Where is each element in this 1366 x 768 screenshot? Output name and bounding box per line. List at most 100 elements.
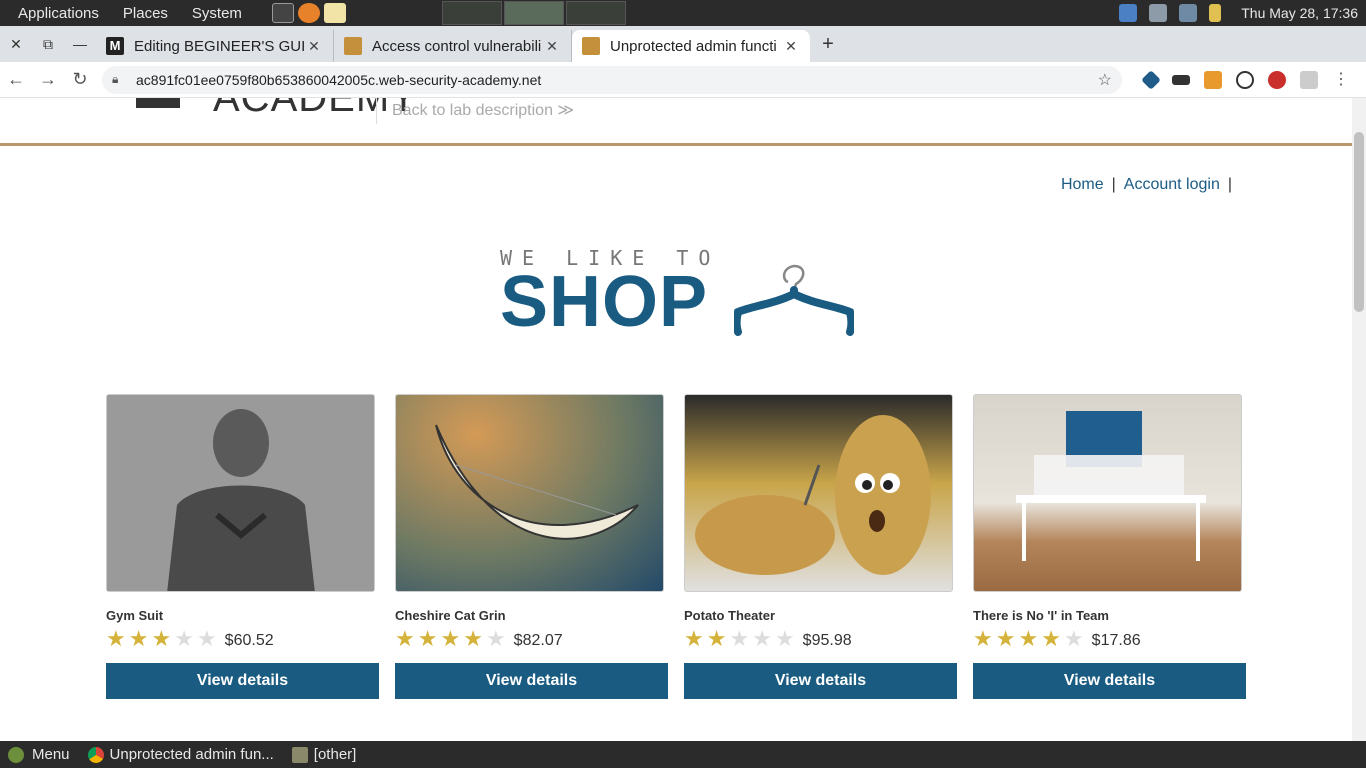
hanger-icon bbox=[734, 264, 854, 336]
star-icon: ★ bbox=[1018, 626, 1039, 651]
new-tab-button[interactable]: + bbox=[810, 33, 846, 56]
view-details-button[interactable]: View details bbox=[395, 663, 668, 699]
taskbar-window-chrome[interactable]: Unprotected admin fun... bbox=[87, 746, 274, 763]
network-icon[interactable] bbox=[1179, 4, 1198, 22]
workspace-1[interactable] bbox=[441, 1, 502, 25]
shop-logo: WE LIKE TO SHOP bbox=[500, 246, 854, 342]
extension-icon[interactable] bbox=[1236, 70, 1254, 89]
back-arrow-icon[interactable]: ← bbox=[0, 69, 32, 90]
page-content: ACADEMY Back to lab description ≫ Home | A… bbox=[0, 98, 1352, 741]
scrollbar-thumb[interactable] bbox=[1354, 132, 1364, 312]
workspace-3[interactable] bbox=[565, 1, 626, 25]
cat-grin-icon bbox=[435, 424, 639, 540]
lock-icon[interactable]: 🔒︎ bbox=[112, 72, 126, 87]
folder-icon bbox=[291, 746, 308, 763]
tab-unprotected-admin[interactable]: Unprotected admin functi ✕ bbox=[572, 30, 810, 62]
star-icon: ★ bbox=[106, 626, 126, 651]
task-label: Unprotected admin fun... bbox=[109, 746, 274, 763]
academy-favicon-icon bbox=[582, 37, 600, 55]
account-login-link[interactable]: Account login bbox=[1124, 176, 1220, 193]
view-details-button[interactable]: View details bbox=[106, 663, 379, 699]
star-icon: ★ bbox=[417, 626, 438, 651]
applications-menu[interactable]: Applications bbox=[12, 5, 105, 22]
restore-window-icon[interactable]: ⧉ bbox=[32, 26, 64, 62]
star-icon: ★ bbox=[973, 626, 993, 651]
taskbar-window-other[interactable]: [other] bbox=[291, 746, 357, 763]
home-link[interactable]: Home bbox=[1061, 176, 1104, 193]
product-rating: ★ ★ ★ ★ ★ $82.07 bbox=[395, 627, 668, 651]
view-details-button[interactable]: View details bbox=[973, 663, 1246, 699]
start-menu-label: Menu bbox=[32, 746, 70, 763]
url-text[interactable]: ac891fc01ee0759f80b653860042005c.web-sec… bbox=[136, 72, 1098, 88]
star-empty-icon: ★ bbox=[752, 626, 772, 651]
start-menu-button[interactable]: Menu bbox=[8, 746, 70, 763]
firefox-icon[interactable] bbox=[297, 3, 320, 23]
battery-icon[interactable] bbox=[1209, 4, 1222, 22]
product-card: Cheshire Cat Grin ★ ★ ★ ★ ★ $82.07 View deta… bbox=[395, 394, 668, 699]
academy-logo-icon bbox=[136, 98, 180, 108]
tab-title: Access control vulnerabili bbox=[372, 37, 542, 55]
gym-figure-icon bbox=[107, 395, 374, 591]
forward-arrow-icon[interactable]: → bbox=[32, 69, 64, 90]
reload-icon[interactable]: ↻ bbox=[64, 69, 96, 90]
bookmark-star-icon[interactable]: ☆ bbox=[1098, 70, 1112, 90]
view-details-button[interactable]: View details bbox=[684, 663, 957, 699]
metamask-icon[interactable] bbox=[1204, 70, 1222, 89]
clock[interactable]: Thu May 28, 17:36 bbox=[1241, 5, 1358, 21]
star-empty-icon: ★ bbox=[1063, 626, 1084, 651]
academy-favicon-icon bbox=[344, 37, 362, 55]
address-bar[interactable]: 🔒︎ ac891fc01ee0759f80b653860042005c.web-… bbox=[102, 65, 1122, 94]
system-menu[interactable]: System bbox=[186, 5, 248, 22]
product-price: $82.07 bbox=[513, 632, 563, 649]
product-name: Cheshire Cat Grin bbox=[395, 608, 506, 623]
places-menu[interactable]: Places bbox=[117, 5, 174, 22]
minimize-window-icon[interactable]: — bbox=[64, 26, 96, 62]
star-empty-icon: ★ bbox=[729, 626, 750, 651]
product-image[interactable] bbox=[395, 394, 664, 592]
tab-strip: ✕ ⧉ — M Editing BEGINEER'S GUI ✕ Access … bbox=[0, 26, 1366, 62]
system-tray: Thu May 28, 17:36 bbox=[1119, 0, 1366, 26]
shop-logo-title: SHOP bbox=[500, 262, 709, 342]
product-image[interactable] bbox=[684, 394, 953, 592]
star-empty-icon: ★ bbox=[196, 626, 217, 651]
product-card: Potato Theater ★ ★ ★ ★ ★ $95.98 View details bbox=[684, 394, 957, 699]
system-panel: Applications Places System Thu May 28, 1… bbox=[0, 0, 1366, 26]
workspace-2[interactable] bbox=[503, 1, 564, 25]
product-rating: ★ ★ ★ ★ ★ $95.98 bbox=[684, 627, 957, 651]
taskbar: Menu Unprotected admin fun... [other] bbox=[0, 741, 1366, 768]
bluetooth-icon[interactable] bbox=[1119, 4, 1138, 22]
star-icon: ★ bbox=[684, 626, 704, 651]
product-price: $17.86 bbox=[1091, 632, 1141, 649]
task-label: [other] bbox=[313, 746, 357, 763]
text-editor-icon[interactable] bbox=[323, 3, 346, 23]
close-tab-icon[interactable]: ✕ bbox=[543, 38, 561, 55]
extension-icon[interactable] bbox=[1300, 70, 1318, 89]
tab-access-control[interactable]: Access control vulnerabili ✕ bbox=[334, 30, 572, 62]
extension-icon[interactable] bbox=[1141, 69, 1161, 90]
more-menu-icon[interactable]: ⋮ bbox=[1332, 71, 1350, 89]
product-price: $60.52 bbox=[224, 632, 274, 649]
page-scrollbar[interactable] bbox=[1352, 98, 1366, 741]
product-name: There is No 'I' in Team bbox=[973, 608, 1109, 623]
back-to-lab-link[interactable]: Back to lab description ≫ bbox=[392, 100, 574, 120]
mask-extension-icon[interactable] bbox=[1172, 74, 1190, 85]
workspace-switcher[interactable] bbox=[441, 1, 626, 25]
tab-editing-guide[interactable]: M Editing BEGINEER'S GUI ✕ bbox=[96, 30, 334, 62]
tab-title: Unprotected admin functi bbox=[610, 37, 777, 55]
close-tab-icon[interactable]: ✕ bbox=[782, 38, 800, 55]
star-empty-icon: ★ bbox=[774, 626, 795, 651]
close-window-icon[interactable]: ✕ bbox=[0, 26, 32, 62]
product-price: $95.98 bbox=[802, 632, 852, 649]
close-tab-icon[interactable]: ✕ bbox=[305, 38, 323, 55]
star-icon: ★ bbox=[995, 626, 1016, 651]
product-card: Gym Suit ★ ★ ★ ★ ★ $60.52 View details bbox=[106, 394, 379, 699]
product-image[interactable] bbox=[106, 394, 375, 592]
nav-separator: | bbox=[1111, 176, 1116, 193]
nav-separator: | bbox=[1227, 176, 1232, 193]
product-image[interactable] bbox=[973, 394, 1242, 592]
academy-brand: ACADEMY bbox=[213, 98, 418, 120]
adblock-icon[interactable] bbox=[1268, 70, 1286, 89]
volume-icon[interactable] bbox=[1149, 4, 1168, 22]
terminal-icon[interactable] bbox=[271, 3, 294, 23]
lab-header: ACADEMY Back to lab description ≫ bbox=[0, 98, 1352, 146]
